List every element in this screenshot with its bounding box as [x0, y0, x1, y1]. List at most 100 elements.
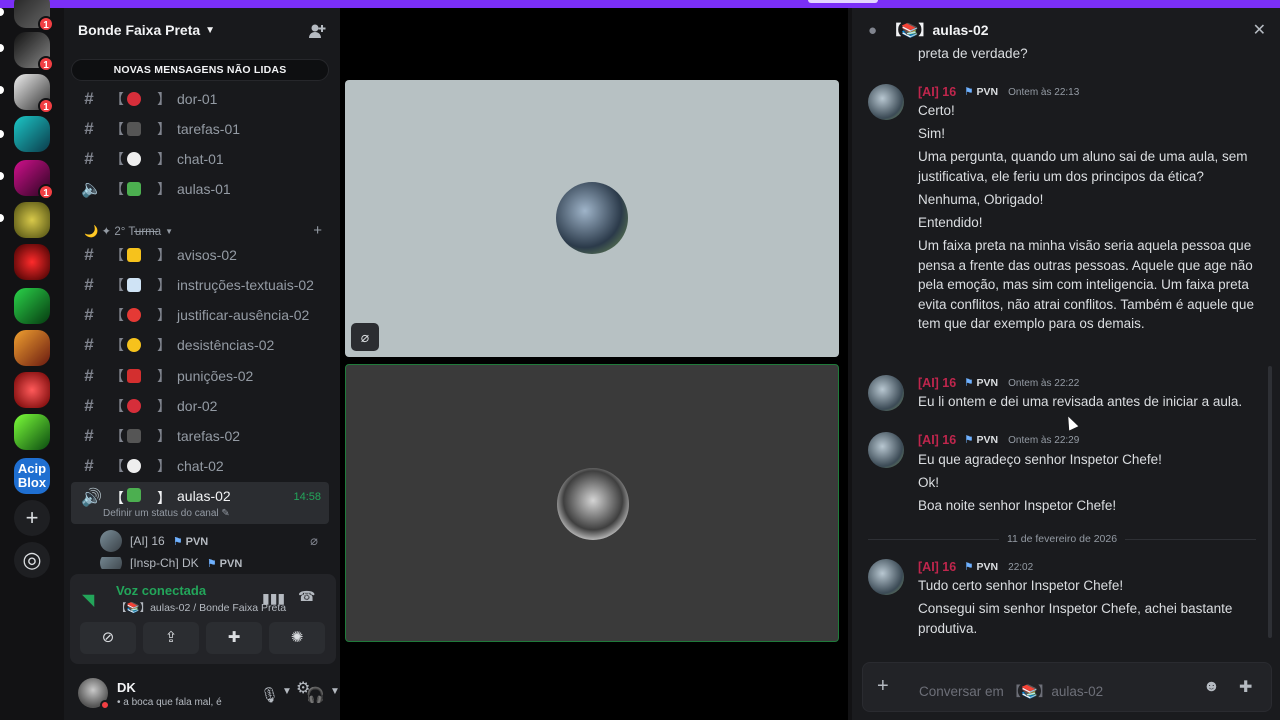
unread-pip	[0, 8, 4, 16]
unread-pip	[0, 130, 4, 138]
voice-user[interactable]: [AI] 16 ⚑ PVN ⌀	[100, 529, 330, 553]
plus-icon[interactable]: +	[877, 675, 889, 698]
channel-justificar-ausencia-02[interactable]: # 【 】 justificar-ausência-02	[71, 301, 329, 329]
author-name[interactable]: [AI] 16	[918, 85, 956, 99]
bracket: 【	[110, 307, 124, 323]
guild-header[interactable]: Bonde Faixa Preta ▼	[64, 8, 340, 52]
channel-tarefas-01[interactable]: # 【 】 tarefas-01	[71, 115, 329, 143]
channel-emoji	[127, 308, 141, 322]
hash-icon: #	[84, 149, 94, 168]
mention-badge: 1	[38, 184, 54, 200]
screen-share-button[interactable]: ⇪	[143, 622, 199, 654]
server-icon[interactable]	[14, 288, 50, 324]
channel-emoji	[127, 152, 141, 166]
channel-emoji	[127, 278, 141, 292]
new-unread-messages-pill[interactable]: NOVAS MENSAGENS NÃO LIDAS	[71, 59, 329, 81]
server-icon[interactable]	[14, 202, 50, 238]
chevron-down-icon: ▼	[205, 24, 216, 36]
add-member-icon[interactable]	[308, 22, 326, 40]
channel-chat-01[interactable]: # 【 】 chat-01	[71, 145, 329, 173]
avatar[interactable]	[868, 432, 904, 468]
voice-connected-subtitle[interactable]: 【📚】aulas-02 / Bonde Faixa Preta	[116, 600, 286, 615]
channel-label: chat-02	[177, 458, 224, 474]
server-icon[interactable]: 1	[14, 160, 54, 200]
close-icon[interactable]: ✕	[1253, 20, 1266, 40]
add-server-button[interactable]: +	[14, 500, 50, 536]
author-name[interactable]: [AI] 16	[918, 560, 956, 574]
composer-placeholder[interactable]: Conversar em 【📚】aulas-02	[919, 680, 1103, 700]
disconnect-icon[interactable]: ☎	[298, 588, 315, 605]
bracket: 】	[157, 428, 171, 444]
video-tile-speaking[interactable]	[345, 364, 839, 642]
server-icon[interactable]: 1	[14, 32, 54, 72]
emoji-icon[interactable]: ☻	[1203, 678, 1220, 696]
apps-icon[interactable]: ✚	[1239, 677, 1252, 697]
message-text: Um faixa preta na minha visão seria aque…	[918, 238, 1254, 331]
divider-line	[1125, 538, 1257, 540]
hash-icon: #	[84, 396, 94, 415]
avatar	[100, 557, 122, 569]
add-channel-icon[interactable]: +	[313, 222, 322, 239]
channel-aulas-02-active[interactable]: 🔊 【 】 aulas-02 14:58 Definir um status do c…	[71, 482, 329, 524]
hash-icon: #	[84, 89, 94, 108]
video-tile[interactable]: ⌀	[345, 80, 839, 357]
category-line	[134, 230, 158, 232]
channel-label: dor-01	[177, 91, 218, 107]
signal-icon[interactable]: ◥	[82, 590, 94, 610]
message-text: Tudo certo senhor Inspetor Chefe!	[918, 578, 1124, 593]
hash-icon: #	[84, 245, 94, 264]
microphone-icon[interactable]: 🎙	[260, 686, 279, 704]
chat-bubble-icon: ●	[868, 21, 878, 39]
channel-avisos-02[interactable]: # 【 】 avisos-02	[71, 241, 329, 269]
unread-pip	[0, 44, 4, 52]
server-icon[interactable]	[14, 372, 50, 408]
soundboard-button[interactable]: ✺	[269, 622, 325, 654]
server-icon[interactable]	[14, 244, 50, 280]
hash-icon: #	[84, 119, 94, 138]
server-icon[interactable]	[14, 330, 50, 366]
bracket: 】	[157, 277, 171, 293]
muted-mic-icon[interactable]: ⌀	[351, 323, 379, 351]
chevron-down-icon[interactable]: ▼	[282, 686, 292, 697]
bracket: 】	[157, 368, 171, 384]
category-2-turma[interactable]: 🌙 ✦ 2° Turma ▼ +	[84, 222, 322, 240]
server-icon[interactable]	[14, 414, 50, 450]
avatar[interactable]	[868, 375, 904, 411]
message-composer[interactable]: + Conversar em 【📚】aulas-02 ☻ ✚	[862, 662, 1272, 712]
channel-desistencias-02[interactable]: # 【 】 desistências-02	[71, 331, 329, 359]
camera-off-button[interactable]: ⊘	[80, 622, 136, 654]
voice-user[interactable]: [Insp-Ch] DK ⚑ PVN	[100, 557, 330, 569]
activities-button[interactable]: ✚	[206, 622, 262, 654]
channel-aulas-01[interactable]: 🔈 【 】 aulas-01	[71, 175, 329, 203]
bracket: 【	[110, 428, 124, 444]
message-header: [AI] 16 ⚑ PVN 22:02	[918, 559, 1033, 575]
author-name[interactable]: [AI] 16	[918, 376, 956, 390]
bracket: 】	[157, 490, 171, 506]
timestamp: Ontem às 22:22	[1008, 377, 1080, 389]
discover-button[interactable]: ◎	[14, 542, 50, 578]
set-channel-status-link[interactable]: Definir um status do canal ✎	[103, 508, 230, 519]
channel-dor-01[interactable]: # 【 】 dor-01	[71, 85, 329, 113]
avatar[interactable]	[868, 559, 904, 595]
server-icon[interactable]	[14, 116, 50, 152]
channel-instrucoes-textuais-02[interactable]: # 【 】 instruções-textuais-02	[71, 271, 329, 299]
server-icon[interactable]: 1	[14, 74, 54, 114]
channel-dor-02[interactable]: # 【 】 dor-02	[71, 392, 329, 420]
chevron-down-icon[interactable]: ▼	[330, 686, 340, 697]
channel-chat-02[interactable]: # 【 】 chat-02	[71, 452, 329, 480]
settings-gear-icon[interactable]: ⚙	[296, 678, 310, 698]
author-name[interactable]: [AI] 16	[918, 433, 956, 447]
text-chat-panel: ● 【📚】aulas-02 ✕ preta de verdade? [AI] 1…	[852, 8, 1280, 720]
server-icon-acip-blox[interactable]: Acip Blox	[14, 458, 50, 494]
channel-punicoes-02[interactable]: # 【 】 punições-02	[71, 362, 329, 390]
bracket: 】	[157, 458, 171, 474]
scrollbar[interactable]	[1268, 366, 1272, 638]
chat-title: 【📚】aulas-02	[887, 22, 989, 38]
bracket: 】	[157, 337, 171, 353]
message-text: Eu li ontem e dei uma revisada antes de …	[918, 394, 1243, 409]
channel-tarefas-02[interactable]: # 【 】 tarefas-02	[71, 422, 329, 450]
plus-icon: +	[14, 500, 50, 536]
avatar[interactable]	[868, 84, 904, 120]
noise-suppression-icon[interactable]: ▮▮▮	[262, 590, 285, 607]
server-icon[interactable]: 1	[14, 0, 54, 32]
